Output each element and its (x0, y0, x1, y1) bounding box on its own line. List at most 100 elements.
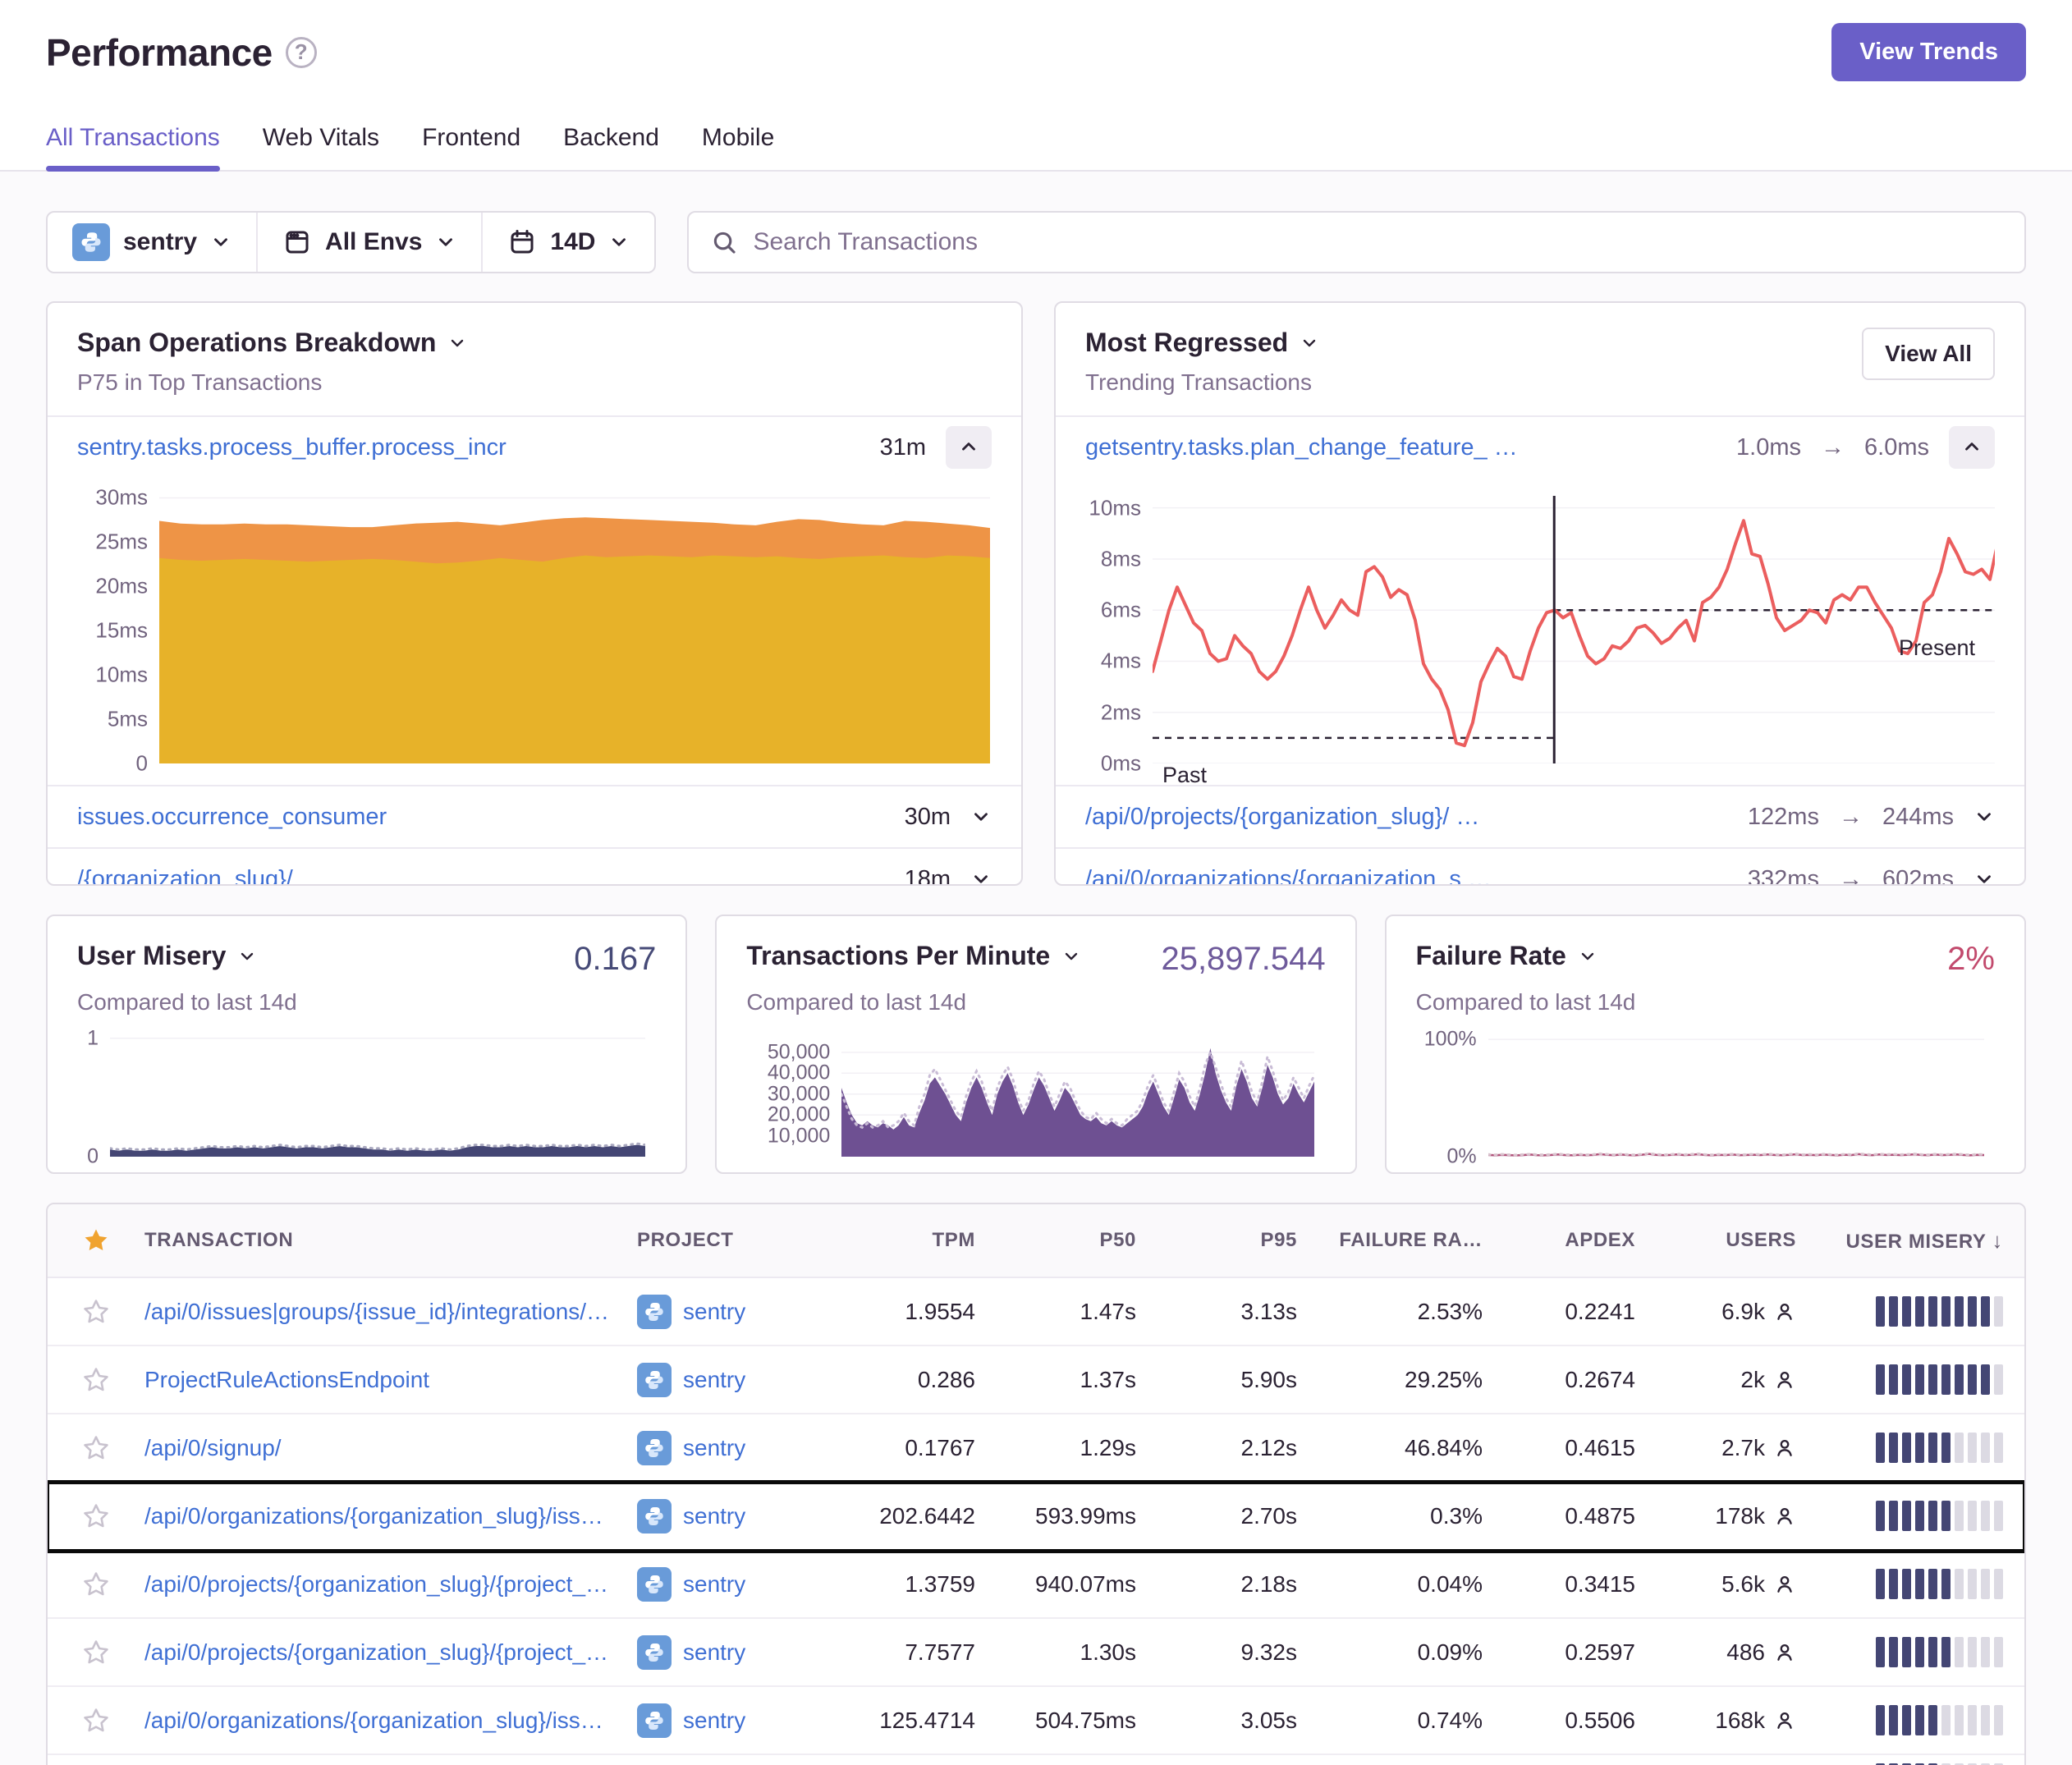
tpm-value: 1.3759 (823, 1571, 975, 1598)
star-outline-icon[interactable] (69, 1707, 123, 1735)
chevron-down-icon[interactable] (1300, 333, 1319, 353)
regressed-txn-link[interactable]: /api/0/projects/{organization_slug}/ … (1085, 804, 1728, 831)
col-apdex[interactable]: APDEX (1483, 1229, 1635, 1252)
user-misery-y-axis: 10 (77, 1034, 110, 1157)
span-operations-chart: 30ms25ms20ms15ms10ms5ms0 (48, 478, 1021, 785)
table-row[interactable]: /api/0/issues|groups/{issue_id}/integrat… (48, 1278, 2024, 1346)
project-link[interactable]: sentry (637, 1703, 823, 1738)
transaction-link[interactable]: /api/0/projects/{organization_slug}/{pro… (123, 1639, 637, 1666)
col-p95[interactable]: P95 (1136, 1229, 1297, 1252)
table-row[interactable]: /api/0/signup/ sentry 0.1767 1.29s 2.12s… (48, 1414, 2024, 1483)
star-outline-icon[interactable] (69, 1502, 123, 1530)
chevron-down-icon[interactable] (447, 333, 467, 353)
col-p50[interactable]: P50 (975, 1229, 1136, 1252)
col-project[interactable]: PROJECT (637, 1229, 823, 1252)
span-card-title[interactable]: Span Operations Breakdown (77, 328, 436, 358)
expand-button[interactable] (1973, 806, 1995, 827)
tab-all-transactions[interactable]: All Transactions (46, 124, 220, 170)
span-area-chart (159, 493, 990, 763)
transaction-link[interactable]: /api/0/signup/ (123, 1435, 637, 1461)
table-row[interactable] (48, 1755, 2024, 1765)
users-value: 178k (1635, 1503, 1796, 1529)
expand-button[interactable] (1973, 869, 1995, 886)
star-outline-icon[interactable] (69, 1298, 123, 1326)
python-project-icon (637, 1363, 672, 1397)
apdex-value: 0.5506 (1483, 1708, 1635, 1734)
failure-rate-value: 0.74% (1297, 1708, 1483, 1734)
search-icon (710, 228, 738, 256)
tpm-title[interactable]: Transactions Per Minute (746, 941, 1050, 971)
failure-rate-subtitle: Compared to last 14d (1416, 989, 1995, 1015)
project-filter[interactable]: sentry (48, 213, 256, 272)
table-row[interactable]: /api/0/organizations/{organization_slug}… (48, 1687, 2024, 1755)
project-link[interactable]: sentry (637, 1635, 823, 1670)
star-outline-icon[interactable] (69, 1366, 123, 1394)
project-link[interactable]: sentry (637, 1363, 823, 1397)
user-misery-title[interactable]: User Misery (77, 941, 226, 971)
transaction-link[interactable]: /api/0/projects/{organization_slug}/{pro… (123, 1571, 637, 1598)
table-row[interactable]: /api/0/organizations/{organization_slug}… (48, 1483, 2024, 1551)
view-all-button[interactable]: View All (1862, 328, 1995, 380)
col-users[interactable]: USERS (1635, 1229, 1796, 1252)
star-outline-icon[interactable] (69, 1434, 123, 1462)
regressed-txn-link[interactable]: /api/0/organizations/{organization_s … (1085, 866, 1728, 887)
table-row[interactable]: ProjectRuleActionsEndpoint sentry 0.286 … (48, 1346, 2024, 1414)
apdex-value: 0.3415 (1483, 1571, 1635, 1598)
collapse-button[interactable] (1949, 426, 1995, 469)
table-row[interactable]: /api/0/projects/{organization_slug}/{pro… (48, 1551, 2024, 1619)
expand-button[interactable] (970, 869, 992, 886)
view-trends-button[interactable]: View Trends (1831, 23, 2026, 81)
failure-rate-value: 0.3% (1297, 1503, 1483, 1529)
user-misery-bars (1796, 1637, 2003, 1667)
col-tpm[interactable]: TPM (823, 1229, 975, 1252)
help-icon[interactable]: ? (286, 37, 317, 68)
date-range-filter[interactable]: 14D (481, 213, 654, 272)
arrow-right-icon: → (1821, 434, 1845, 461)
star-filled-icon[interactable] (69, 1226, 123, 1254)
regressed-card-title[interactable]: Most Regressed (1085, 328, 1288, 358)
regressed-txn-link[interactable]: getsentry.tasks.plan_change_feature_ … (1085, 434, 1717, 461)
apdex-value: 0.4875 (1483, 1503, 1635, 1529)
transaction-link[interactable]: /api/0/organizations/{organization_slug}… (123, 1708, 637, 1734)
regressed-row: /api/0/organizations/{organization_s … 3… (1056, 847, 2024, 886)
expand-button[interactable] (970, 806, 992, 827)
users-value: 6.9k (1635, 1299, 1796, 1325)
p95-value: 2.70s (1136, 1503, 1297, 1529)
star-outline-icon[interactable] (69, 1570, 123, 1598)
project-link[interactable]: sentry (637, 1295, 823, 1329)
tab-web-vitals[interactable]: Web Vitals (263, 124, 379, 170)
col-user-misery[interactable]: USER MISERY ↓ (1796, 1228, 2003, 1254)
chevron-down-icon[interactable] (1578, 947, 1598, 966)
regression-line-chart (1153, 493, 1995, 763)
span-op-link[interactable]: sentry.tasks.process_buffer.process_incr (77, 434, 860, 461)
environment-icon (282, 227, 312, 257)
chevron-down-icon (970, 806, 992, 827)
python-project-icon (637, 1703, 672, 1738)
transaction-link[interactable]: /api/0/issues|groups/{issue_id}/integrat… (123, 1299, 637, 1325)
transaction-link[interactable]: /api/0/organizations/{organization_slug}… (123, 1503, 637, 1529)
regressed-from-value: 1.0ms (1736, 434, 1801, 461)
search-input[interactable] (753, 228, 2003, 256)
table-row[interactable]: /api/0/projects/{organization_slug}/{pro… (48, 1619, 2024, 1687)
chevron-down-icon[interactable] (237, 947, 257, 966)
collapse-button[interactable] (946, 426, 992, 469)
apdex-value: 0.4615 (1483, 1435, 1635, 1461)
failure-rate-y-axis: 100%0% (1416, 1034, 1488, 1157)
transaction-link[interactable]: ProjectRuleActionsEndpoint (123, 1367, 637, 1393)
chevron-down-icon[interactable] (1061, 947, 1081, 966)
span-op-link[interactable]: issues.occurrence_consumer (77, 804, 885, 831)
col-failure-rate[interactable]: FAILURE RA… (1297, 1229, 1483, 1252)
failure-rate-title[interactable]: Failure Rate (1416, 941, 1566, 971)
tab-frontend[interactable]: Frontend (422, 124, 520, 170)
star-outline-icon[interactable] (69, 1639, 123, 1666)
project-link[interactable]: sentry (637, 1567, 823, 1602)
environment-filter[interactable]: All Envs (256, 213, 481, 272)
chevron-down-icon (210, 232, 231, 253)
python-project-icon (637, 1635, 672, 1670)
span-op-link[interactable]: /{organization_slug}/ (77, 866, 885, 887)
project-link[interactable]: sentry (637, 1499, 823, 1533)
project-link[interactable]: sentry (637, 1431, 823, 1465)
tab-mobile[interactable]: Mobile (702, 124, 774, 170)
tab-backend[interactable]: Backend (563, 124, 659, 170)
col-transaction[interactable]: TRANSACTION (123, 1229, 637, 1252)
